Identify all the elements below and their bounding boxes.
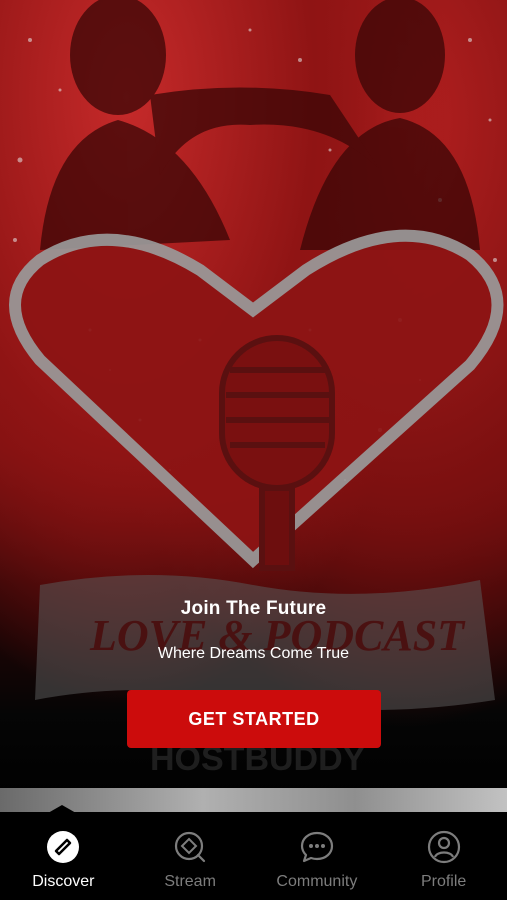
stream-search-icon	[175, 831, 206, 863]
compass-icon	[47, 831, 80, 863]
get-started-button[interactable]: GET STARTED	[127, 690, 381, 748]
tab-profile-label: Profile	[420, 873, 467, 890]
bottom-tab-bar: Discover Stream Community Profile	[0, 812, 507, 900]
tab-discover-label: Discover	[32, 873, 95, 890]
tab-community[interactable]: Community	[254, 812, 381, 900]
content-peek-strip	[0, 788, 507, 812]
user-icon	[427, 830, 460, 864]
host-silhouettes	[40, 0, 480, 250]
tab-discover[interactable]: Discover	[0, 812, 127, 900]
tab-community-label: Community	[276, 873, 358, 890]
onboarding-subheadline: Where Dreams Come True	[157, 645, 350, 662]
onboarding-headline: Join The Future	[180, 598, 327, 619]
tab-stream-label: Stream	[164, 873, 216, 890]
chat-bubble-icon	[300, 831, 333, 863]
tab-profile[interactable]: Profile	[380, 812, 507, 900]
tab-stream[interactable]: Stream	[127, 812, 254, 900]
